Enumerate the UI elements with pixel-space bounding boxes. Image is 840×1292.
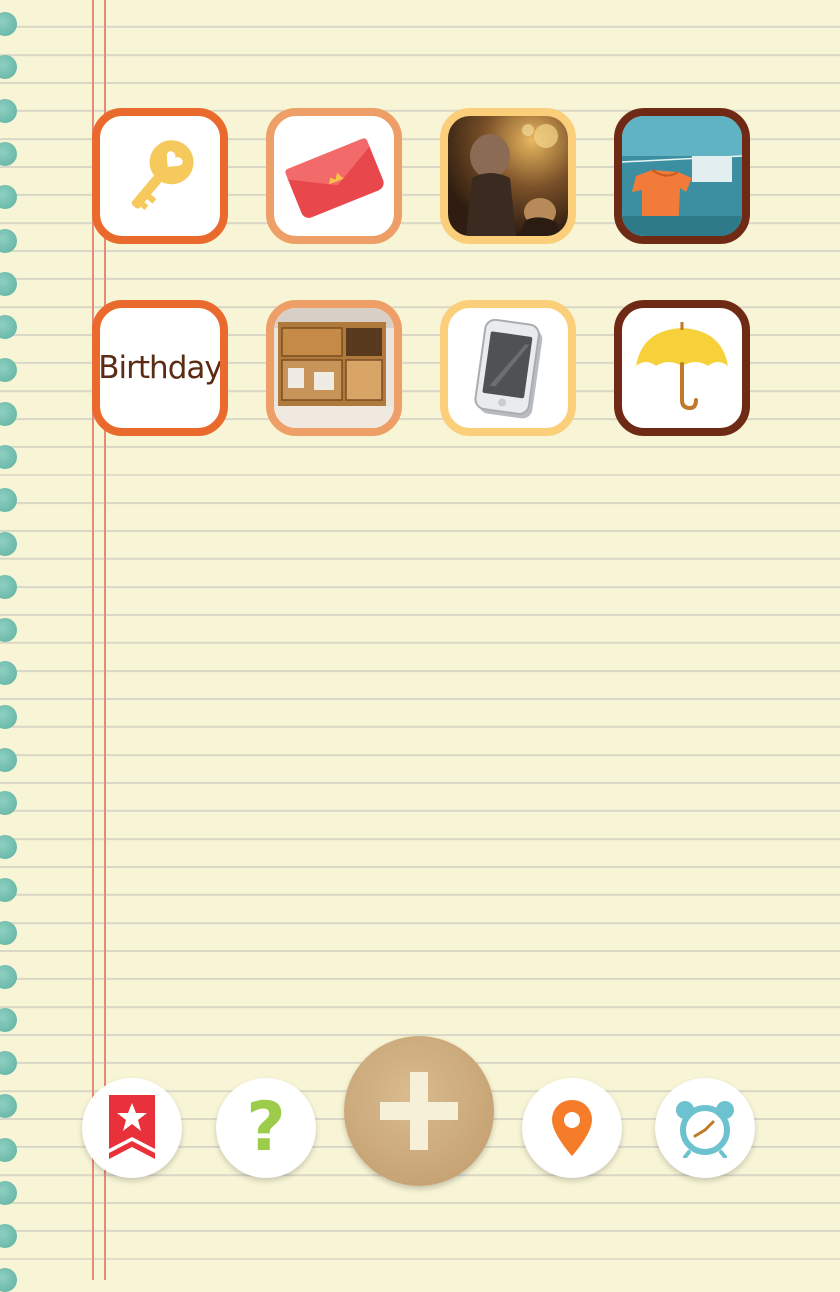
location-pin-icon [552,1100,592,1156]
laundry-photo-tile[interactable] [614,108,750,244]
binding-hole [0,12,17,36]
bookmark-star-icon [109,1095,155,1159]
phone-icon [474,318,543,419]
binding-hole [0,229,17,253]
binding-hole [0,835,17,859]
binding-hole [0,488,17,512]
binding-hole [0,358,17,382]
binding-hole [0,55,17,79]
binding-hole [0,878,17,902]
alarm-clock-icon [676,1101,734,1158]
help-button[interactable]: ? [216,1078,316,1178]
help-question-label: ? [246,1088,286,1167]
binding-hole [0,965,17,989]
binding-hole [0,791,17,815]
binding-hole [0,921,17,945]
key-icon [131,140,194,211]
binding-hole [0,1051,17,1075]
binding-hole [0,142,17,166]
binding-hole [0,532,17,556]
wallet-icon [285,138,384,218]
bookmark-button[interactable] [82,1078,182,1178]
figurines-photo-tile[interactable] [440,108,576,244]
birthday-label: Birthday [98,350,222,386]
binding-hole [0,575,17,599]
binding-hole [0,185,17,209]
binding-hole [0,1094,17,1118]
binding-hole [0,748,17,772]
binding-hole [0,1268,17,1292]
key-tile[interactable] [92,108,228,244]
binding-hole [0,99,17,123]
alarm-button[interactable] [655,1078,755,1178]
binding-hole [0,1224,17,1248]
phone-tile[interactable] [440,300,576,436]
location-button[interactable] [522,1078,622,1178]
binding-hole [0,402,17,426]
wallet-tile[interactable] [266,108,402,244]
umbrella-tile[interactable] [614,300,750,436]
binding-hole [0,1008,17,1032]
birthday-tile[interactable]: Birthday [92,300,228,436]
photo-icon [622,116,742,236]
drawers-photo-tile[interactable] [266,300,402,436]
binding-hole [0,1181,17,1205]
photo-icon [448,116,568,236]
binding-hole [0,445,17,469]
binding-hole [0,618,17,642]
umbrella-icon [636,322,728,411]
binding-hole [0,272,17,296]
binding-hole [0,661,17,685]
add-button[interactable] [344,1036,494,1186]
binding-holes [0,0,20,1292]
photo-icon [274,308,394,428]
binding-hole [0,705,17,729]
binding-hole [0,315,17,339]
binding-hole [0,1138,17,1162]
